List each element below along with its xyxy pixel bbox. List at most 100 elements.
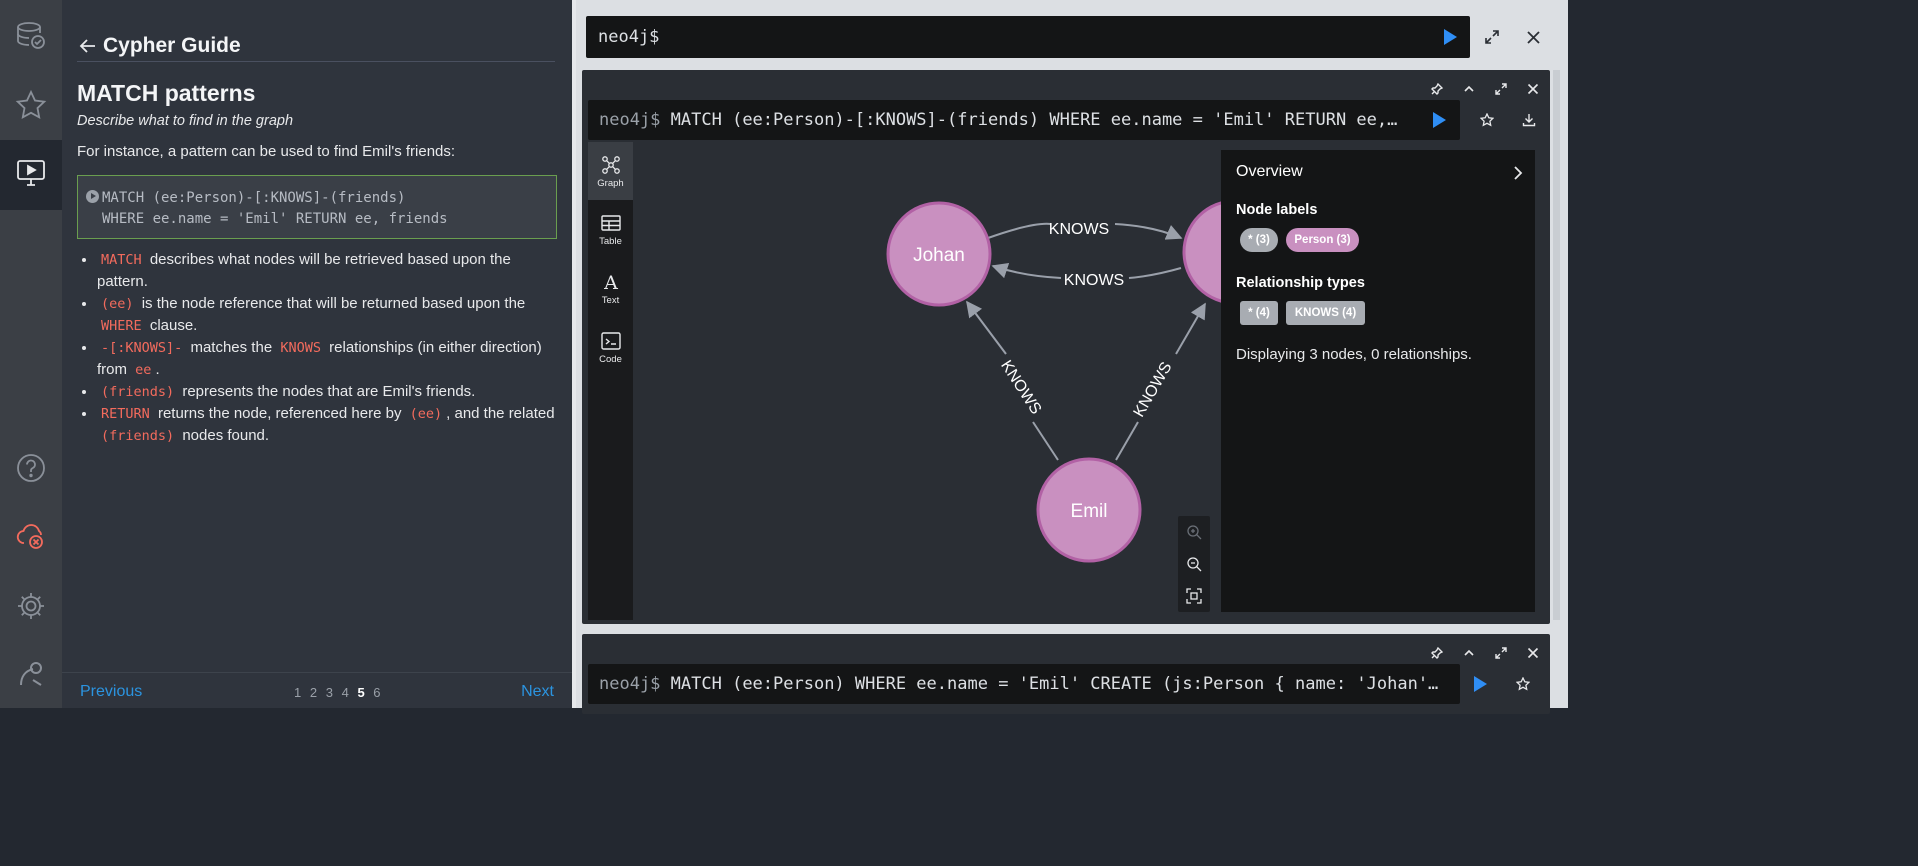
- tab-label: Table: [599, 235, 622, 247]
- favorites-button[interactable]: [0, 72, 62, 142]
- guide-panel: Cypher Guide MATCH patterns Describe wha…: [62, 0, 572, 708]
- graph-edge[interactable]: [966, 300, 1007, 355]
- close-editor-icon[interactable]: [1526, 30, 1541, 45]
- edge-label: KNOWS: [1049, 221, 1109, 238]
- fullscreen-icon[interactable]: [1492, 644, 1510, 662]
- pin-icon[interactable]: [1428, 80, 1446, 98]
- settings-button[interactable]: [0, 573, 62, 643]
- relationship-type-tag[interactable]: * (4): [1240, 301, 1278, 325]
- code-keyword: (friends): [101, 384, 175, 400]
- relationship-type-tag[interactable]: KNOWS (4): [1286, 301, 1365, 325]
- pin-icon[interactable]: [1428, 644, 1446, 662]
- page-link[interactable]: 3: [326, 685, 334, 700]
- tab-code[interactable]: Code: [588, 318, 633, 376]
- database-button[interactable]: [0, 3, 62, 73]
- download-icon[interactable]: [1522, 113, 1536, 132]
- code-keyword: (ee): [101, 296, 134, 312]
- run-query-button[interactable]: [1444, 29, 1457, 45]
- result-frame: neo4j$ MATCH (ee:Person)-[:KNOWS]-(frien…: [582, 70, 1550, 624]
- cloud-disconnected-icon: [15, 520, 47, 557]
- expand-editor-icon[interactable]: [1484, 29, 1500, 45]
- section-subtitle: Describe what to find in the graph: [77, 113, 294, 129]
- scrollbar[interactable]: [1553, 70, 1560, 620]
- tab-text[interactable]: A Text: [588, 259, 633, 317]
- page-link-current[interactable]: 5: [357, 685, 365, 700]
- frame-controls: [1428, 80, 1542, 98]
- list-item-text: describes what nodes will be retrieved b…: [97, 251, 511, 290]
- list-item: MATCH describes what nodes will be retri…: [97, 249, 557, 293]
- favorite-star-icon[interactable]: [1515, 676, 1531, 696]
- list-item-text: represents the nodes that are Emil's fri…: [182, 383, 476, 400]
- back-arrow-icon[interactable]: [77, 35, 99, 57]
- list-item-text: .: [155, 361, 160, 378]
- collapse-icon[interactable]: [1460, 644, 1478, 662]
- graph-edge[interactable]: [1128, 267, 1182, 279]
- help-button[interactable]: [0, 435, 62, 505]
- rerun-query-button[interactable]: [1433, 112, 1446, 128]
- page-link[interactable]: 2: [310, 685, 318, 700]
- svg-text:A: A: [603, 272, 618, 293]
- fit-to-screen-icon[interactable]: [1186, 588, 1202, 604]
- tab-label: Text: [601, 294, 620, 306]
- runnable-code-block[interactable]: MATCH (ee:Person)-[:KNOWS]-(friends) WHE…: [77, 175, 557, 239]
- node-label-pill[interactable]: * (3): [1240, 228, 1278, 252]
- graph-edge[interactable]: [1032, 421, 1059, 461]
- about-icon: [15, 658, 47, 695]
- favorite-star-icon[interactable]: [1479, 112, 1495, 132]
- node-label-pill[interactable]: Person (3): [1286, 228, 1359, 252]
- code-keyword: MATCH: [101, 252, 142, 268]
- frame-query-bar[interactable]: neo4j$ MATCH (ee:Person) WHERE ee.name =…: [588, 664, 1487, 704]
- tab-graph[interactable]: Graph: [588, 142, 633, 200]
- connection-status-button[interactable]: [0, 503, 62, 573]
- rerun-query-button[interactable]: [1474, 676, 1487, 692]
- code-keyword: RETURN: [101, 406, 150, 422]
- guide-header: Cypher Guide: [77, 30, 555, 62]
- collapse-icon[interactable]: [1460, 80, 1478, 98]
- frame-query: MATCH (ee:Person)-[:KNOWS]-(friends) WHE…: [670, 110, 1398, 130]
- table-icon: [600, 214, 621, 231]
- frame-query-text: neo4j$ MATCH (ee:Person) WHERE ee.name =…: [599, 674, 1438, 694]
- intro-text: For instance, a pattern can be used to f…: [77, 143, 456, 160]
- frame-query-bar[interactable]: neo4j$ MATCH (ee:Person)-[:KNOWS]-(frien…: [588, 100, 1460, 140]
- code-keyword: KNOWS: [280, 340, 321, 356]
- graph-visualization[interactable]: KNOWS KNOWS KNOWS KNOWS Johan Emil Overv…: [633, 142, 1538, 620]
- frame-query-text: neo4j$ MATCH (ee:Person)-[:KNOWS]-(frien…: [599, 110, 1397, 130]
- page-link[interactable]: 1: [294, 685, 302, 700]
- code-keyword: WHERE: [101, 318, 142, 334]
- close-frame-icon[interactable]: [1524, 80, 1542, 98]
- about-button[interactable]: [0, 641, 62, 711]
- page-link[interactable]: 6: [373, 685, 381, 700]
- list-item-text: , and the related: [446, 405, 555, 422]
- tab-table[interactable]: Table: [588, 200, 633, 258]
- graph-edge[interactable]: [1175, 302, 1206, 355]
- guides-monitor-icon: [15, 157, 47, 194]
- graph-edge[interactable]: [1114, 223, 1183, 240]
- page-link[interactable]: 4: [342, 685, 350, 700]
- close-frame-icon[interactable]: [1524, 644, 1542, 662]
- graph-edge[interactable]: [987, 222, 1052, 239]
- zoom-out-icon[interactable]: [1186, 556, 1202, 572]
- text-icon: A: [603, 272, 618, 293]
- play-circle-icon[interactable]: [86, 190, 99, 203]
- next-link[interactable]: Next: [521, 683, 554, 701]
- list-item-text: clause.: [149, 317, 198, 334]
- overview-status: Displaying 3 nodes, 0 relationships.: [1236, 346, 1472, 363]
- graph-edge[interactable]: [991, 262, 1062, 279]
- editor-prompt: neo4j$: [598, 27, 660, 47]
- node-label: Emil: [1071, 501, 1108, 522]
- cypher-editor[interactable]: neo4j$: [586, 16, 1470, 58]
- code-line: MATCH (ee:Person)-[:KNOWS]-(friends): [102, 190, 406, 206]
- list-item: (friends) represents the nodes that are …: [97, 381, 557, 403]
- chevron-right-icon[interactable]: [1513, 165, 1523, 186]
- graph-edge[interactable]: [1115, 421, 1139, 461]
- edge-label: KNOWS: [1131, 359, 1176, 420]
- code-keyword: ee: [135, 362, 152, 378]
- edge-label: KNOWS: [997, 358, 1044, 418]
- node-labels-heading: Node labels: [1236, 202, 1318, 218]
- guides-button[interactable]: [0, 140, 62, 210]
- overview-title: Overview: [1236, 163, 1303, 180]
- previous-link[interactable]: Previous: [80, 683, 142, 701]
- guide-pagination: Previous 1 2 3 4 5 6 Next: [62, 672, 572, 708]
- zoom-in-icon[interactable]: [1186, 524, 1202, 540]
- fullscreen-icon[interactable]: [1492, 80, 1510, 98]
